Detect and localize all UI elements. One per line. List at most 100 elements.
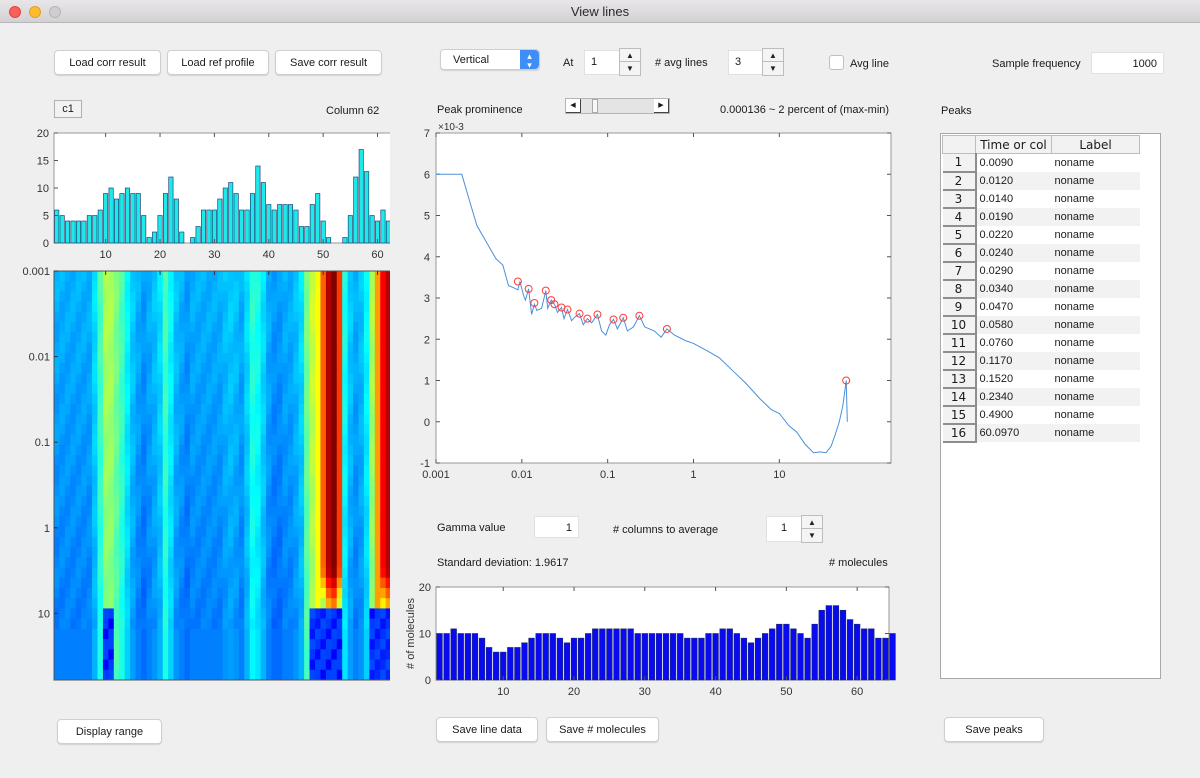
column-header-time[interactable]: Time or col <box>975 135 1052 154</box>
direction-select[interactable]: Vertical ▴ ▾ <box>440 49 540 70</box>
row-number[interactable]: 9 <box>942 297 977 317</box>
row-number[interactable]: 1 <box>942 153 977 173</box>
row-number[interactable]: 14 <box>942 387 977 407</box>
save-line-data-button[interactable]: Save line data <box>436 717 538 742</box>
increment-arrow-icon[interactable]: ▲ <box>763 49 783 62</box>
heatmap-cell <box>146 352 153 364</box>
column-header-label[interactable]: Label <box>1051 135 1140 154</box>
label-cell[interactable]: noname <box>1051 423 1140 442</box>
label-cell[interactable]: noname <box>1051 207 1140 226</box>
time-cell[interactable]: 0.1170 <box>975 351 1052 370</box>
channel-badge[interactable]: c1 <box>54 100 82 118</box>
label-cell[interactable]: noname <box>1051 153 1140 172</box>
table-row[interactable]: 9 0.0470 noname <box>942 297 1140 317</box>
load-corr-result-button[interactable]: Load corr result <box>54 50 161 75</box>
table-row[interactable]: 16 60.0970 noname <box>942 423 1140 443</box>
load-ref-profile-button[interactable]: Load ref profile <box>167 50 269 75</box>
row-number[interactable]: 15 <box>942 405 977 425</box>
table-row[interactable]: 12 0.1170 noname <box>942 351 1140 371</box>
table-row[interactable]: 15 0.4900 noname <box>942 405 1140 425</box>
label-cell[interactable]: noname <box>1051 171 1140 190</box>
label-cell[interactable]: noname <box>1051 351 1140 370</box>
row-number[interactable]: 7 <box>942 261 977 281</box>
label-cell[interactable]: noname <box>1051 315 1140 334</box>
time-cell[interactable]: 0.0140 <box>975 189 1052 208</box>
time-cell[interactable]: 0.4900 <box>975 405 1052 424</box>
table-row[interactable]: 6 0.0240 noname <box>942 243 1140 263</box>
row-number[interactable]: 16 <box>942 423 977 443</box>
label-cell[interactable]: noname <box>1051 405 1140 424</box>
columns-average-input[interactable]: 1 <box>766 516 802 542</box>
increment-arrow-icon[interactable]: ▲ <box>620 49 640 62</box>
at-stepper[interactable]: ▲ ▼ <box>619 48 641 76</box>
label-cell[interactable]: noname <box>1051 297 1140 316</box>
table-row[interactable]: 4 0.0190 noname <box>942 207 1140 227</box>
time-cell[interactable]: 0.2340 <box>975 387 1052 406</box>
avg-line-checkbox[interactable] <box>829 55 844 70</box>
table-row[interactable]: 5 0.0220 noname <box>942 225 1140 245</box>
label-cell[interactable]: noname <box>1051 261 1140 280</box>
row-number[interactable]: 12 <box>942 351 977 371</box>
time-cell[interactable]: 0.0220 <box>975 225 1052 244</box>
table-row[interactable]: 3 0.0140 noname <box>942 189 1140 209</box>
avg-lines-input[interactable]: 3 <box>728 50 764 75</box>
close-window-button[interactable] <box>9 6 21 18</box>
peak-prominence-slider[interactable]: ◀ ▶ <box>565 98 670 114</box>
columns-average-stepper[interactable]: ▲ ▼ <box>801 515 823 543</box>
display-range-button[interactable]: Display range <box>57 719 162 744</box>
label-cell[interactable]: noname <box>1051 225 1140 244</box>
peaks-table[interactable]: Time or col Label 1 0.0090 noname 2 0.0120 no… <box>940 133 1161 679</box>
row-number[interactable]: 10 <box>942 315 977 335</box>
time-cell[interactable]: 0.0290 <box>975 261 1052 280</box>
save-molecules-button[interactable]: Save # molecules <box>546 717 659 742</box>
row-number[interactable]: 2 <box>942 171 977 191</box>
label-cell[interactable]: noname <box>1051 189 1140 208</box>
label-cell[interactable]: noname <box>1051 243 1140 262</box>
row-number[interactable]: 5 <box>942 225 977 245</box>
time-cell[interactable]: 0.0120 <box>975 171 1052 190</box>
time-cell[interactable]: 0.0190 <box>975 207 1052 226</box>
label-cell[interactable]: noname <box>1051 333 1140 352</box>
table-row[interactable]: 1 0.0090 noname <box>942 153 1140 173</box>
decrement-arrow-icon[interactable]: ▼ <box>620 62 640 75</box>
time-cell[interactable]: 0.0240 <box>975 243 1052 262</box>
save-corr-result-button[interactable]: Save corr result <box>275 50 382 75</box>
time-cell[interactable]: 0.0580 <box>975 315 1052 334</box>
table-row[interactable]: 14 0.2340 noname <box>942 387 1140 407</box>
slider-right-arrow-icon[interactable]: ▶ <box>654 99 669 113</box>
avg-lines-stepper[interactable]: ▲ ▼ <box>762 48 784 76</box>
table-row[interactable]: 2 0.0120 noname <box>942 171 1140 191</box>
slider-left-arrow-icon[interactable]: ◀ <box>566 99 581 113</box>
gamma-input[interactable]: 1 <box>534 516 579 538</box>
at-input[interactable]: 1 <box>584 50 620 75</box>
time-cell[interactable]: 0.0090 <box>975 153 1052 172</box>
table-row[interactable]: 8 0.0340 noname <box>942 279 1140 299</box>
time-cell[interactable]: 0.0470 <box>975 297 1052 316</box>
label-cell[interactable]: noname <box>1051 387 1140 406</box>
minimize-window-button[interactable] <box>29 6 41 18</box>
time-cell[interactable]: 0.0760 <box>975 333 1052 352</box>
zoom-window-button[interactable] <box>49 6 61 18</box>
table-row[interactable]: 10 0.0580 noname <box>942 315 1140 335</box>
increment-arrow-icon[interactable]: ▲ <box>802 516 822 529</box>
label-cell[interactable]: noname <box>1051 279 1140 298</box>
label-cell[interactable]: noname <box>1051 369 1140 388</box>
slider-thumb[interactable] <box>592 99 599 113</box>
table-row[interactable]: 13 0.1520 noname <box>942 369 1140 389</box>
heatmap-cell <box>217 455 224 466</box>
table-row[interactable]: 7 0.0290 noname <box>942 261 1140 281</box>
sample-frequency-input[interactable]: 1000 <box>1091 52 1164 74</box>
time-cell[interactable]: 0.0340 <box>975 279 1052 298</box>
decrement-arrow-icon[interactable]: ▼ <box>802 529 822 542</box>
time-cell[interactable]: 60.0970 <box>975 423 1052 442</box>
row-number[interactable]: 11 <box>942 333 977 353</box>
row-number[interactable]: 6 <box>942 243 977 263</box>
save-peaks-button[interactable]: Save peaks <box>944 717 1044 742</box>
decrement-arrow-icon[interactable]: ▼ <box>763 62 783 75</box>
row-number[interactable]: 3 <box>942 189 977 209</box>
row-number[interactable]: 8 <box>942 279 977 299</box>
row-number[interactable]: 4 <box>942 207 977 227</box>
time-cell[interactable]: 0.1520 <box>975 369 1052 388</box>
row-number[interactable]: 13 <box>942 369 977 389</box>
table-row[interactable]: 11 0.0760 noname <box>942 333 1140 353</box>
